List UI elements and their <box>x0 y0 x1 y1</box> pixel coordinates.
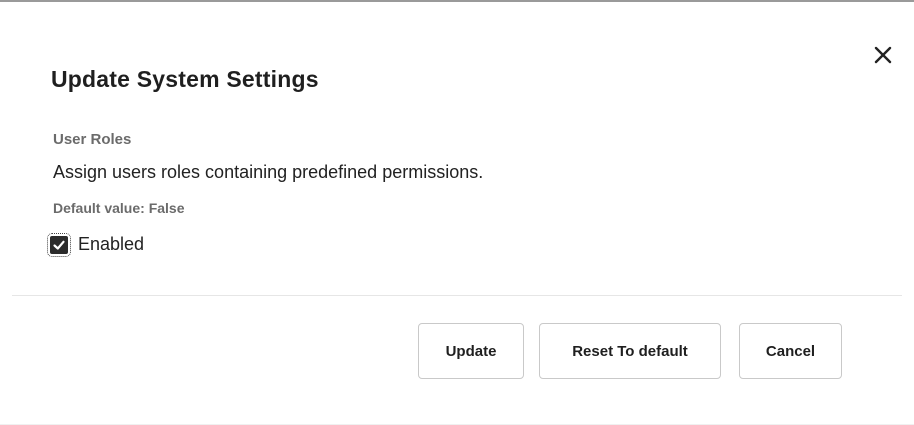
setting-description: Assign users roles containing predefined… <box>53 162 484 182</box>
divider <box>12 295 902 296</box>
dialog-title: Update System Settings <box>51 66 319 92</box>
update-button[interactable]: Update <box>418 323 524 379</box>
enabled-checkbox-label: Enabled <box>78 234 145 254</box>
default-value-text: Default value: False <box>53 200 185 216</box>
close-icon <box>874 46 892 64</box>
reset-to-default-button[interactable]: Reset To default <box>539 323 721 379</box>
enabled-checkbox-row[interactable]: Enabled <box>47 232 145 257</box>
close-button[interactable] <box>872 44 894 66</box>
checkmark-icon <box>53 240 65 250</box>
update-settings-dialog: Update System Settings User Roles Assign… <box>0 0 914 425</box>
cancel-button[interactable]: Cancel <box>739 323 842 379</box>
setting-label: User Roles <box>53 131 132 148</box>
enabled-checkbox[interactable] <box>47 232 71 257</box>
